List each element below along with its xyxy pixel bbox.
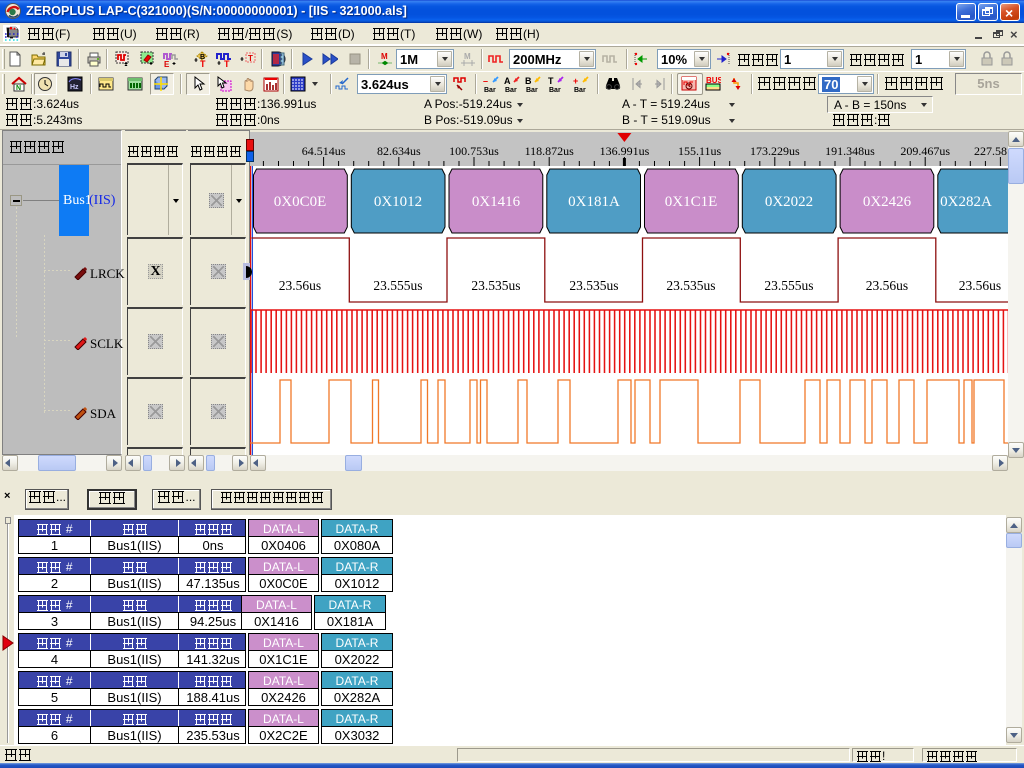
svg-text:+: + xyxy=(573,76,578,86)
svg-text:23.535us: 23.535us xyxy=(569,278,618,293)
svg-text:0X1416: 0X1416 xyxy=(472,194,521,210)
svg-text:Bar: Bar xyxy=(574,87,586,92)
svg-text:M: M xyxy=(464,52,471,61)
svg-text:Bar: Bar xyxy=(505,87,517,92)
svg-text:23.535us: 23.535us xyxy=(471,278,520,293)
svg-text:–: – xyxy=(483,76,488,86)
svg-text:A: A xyxy=(504,76,511,86)
svg-text:191.348us: 191.348us xyxy=(825,144,875,158)
svg-text:227.58: 227.58 xyxy=(974,144,1007,158)
svg-text:23.56us: 23.56us xyxy=(959,278,1001,293)
svg-text:23.56us: 23.56us xyxy=(279,278,321,293)
svg-text:23.535us: 23.535us xyxy=(666,278,715,293)
svg-text:E: E xyxy=(164,60,170,67)
svg-text:136.991us: 136.991us xyxy=(600,144,650,158)
svg-text:T: T xyxy=(248,54,253,63)
svg-text:155.11us: 155.11us xyxy=(678,144,722,158)
svg-text:M: M xyxy=(381,52,388,61)
svg-text:0X2426: 0X2426 xyxy=(863,194,912,210)
svg-text:Hz: Hz xyxy=(70,84,79,91)
svg-text:0X282A: 0X282A xyxy=(940,194,992,210)
svg-text:0X181A: 0X181A xyxy=(568,194,620,210)
svg-text:0X0C0E: 0X0C0E xyxy=(274,194,327,210)
svg-text:209.467us: 209.467us xyxy=(900,144,950,158)
svg-text:Bar: Bar xyxy=(526,87,538,92)
svg-text:T: T xyxy=(224,59,230,67)
svg-text:N: N xyxy=(16,85,21,92)
svg-text:23.56us: 23.56us xyxy=(866,278,908,293)
svg-text:82.634us: 82.634us xyxy=(377,144,421,158)
svg-text:0X1C1E: 0X1C1E xyxy=(665,194,718,210)
svg-text:Bar: Bar xyxy=(549,87,561,92)
svg-text:Bar: Bar xyxy=(484,87,496,92)
svg-text:118.872us: 118.872us xyxy=(525,144,575,158)
svg-text:0X2022: 0X2022 xyxy=(765,194,813,210)
svg-text:173.229us: 173.229us xyxy=(750,144,800,158)
svg-text:T: T xyxy=(200,59,206,67)
svg-text:100.753us: 100.753us xyxy=(449,144,499,158)
svg-text:64.514us: 64.514us xyxy=(302,144,346,158)
svg-text:B: B xyxy=(525,76,532,86)
svg-text:0X1012: 0X1012 xyxy=(374,194,422,210)
svg-text:23.555us: 23.555us xyxy=(373,278,422,293)
svg-text:T: T xyxy=(548,76,554,86)
svg-text:23.555us: 23.555us xyxy=(764,278,813,293)
